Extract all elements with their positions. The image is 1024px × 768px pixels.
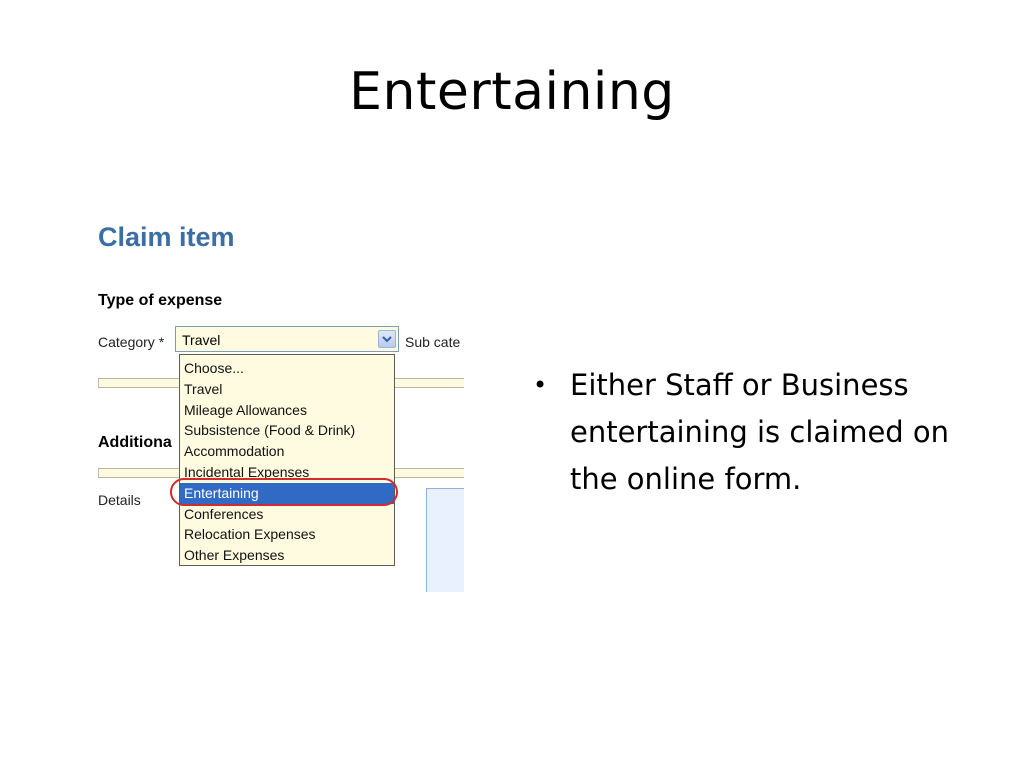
additional-heading: Additiona <box>98 434 172 451</box>
dropdown-option[interactable]: Accommodation <box>180 441 394 462</box>
dropdown-option[interactable]: Travel <box>180 379 394 400</box>
form-screenshot: Claim item Type of expense Category * Tr… <box>90 212 464 592</box>
bullet-dot: • <box>533 371 548 399</box>
dropdown-option[interactable]: Conferences <box>180 504 394 525</box>
details-textarea[interactable] <box>426 488 464 592</box>
subcategory-label: Sub cate <box>405 334 461 350</box>
highlight-ring <box>170 478 398 506</box>
type-of-expense-heading: Type of expense <box>98 292 223 309</box>
bullet-text: Either Staff or Business entertaining is… <box>570 368 950 496</box>
dropdown-option[interactable]: Subsistence (Food & Drink) <box>180 420 394 441</box>
dropdown-option[interactable]: Choose... <box>180 358 394 379</box>
dropdown-option[interactable]: Relocation Expenses <box>180 524 394 545</box>
category-label: Category * <box>98 334 165 350</box>
slide-title: Entertaining <box>349 62 675 122</box>
dropdown-option[interactable]: Mileage Allowances <box>180 400 394 421</box>
chevron-down-icon[interactable] <box>378 330 396 348</box>
details-label: Details <box>98 492 141 508</box>
category-select[interactable]: Travel <box>175 326 399 352</box>
category-dropdown-list: Choose... Travel Mileage Allowances Subs… <box>179 354 395 566</box>
dropdown-option[interactable]: Other Expenses <box>180 545 394 566</box>
claim-item-heading: Claim item <box>98 222 235 252</box>
category-select-value: Travel <box>182 332 221 348</box>
